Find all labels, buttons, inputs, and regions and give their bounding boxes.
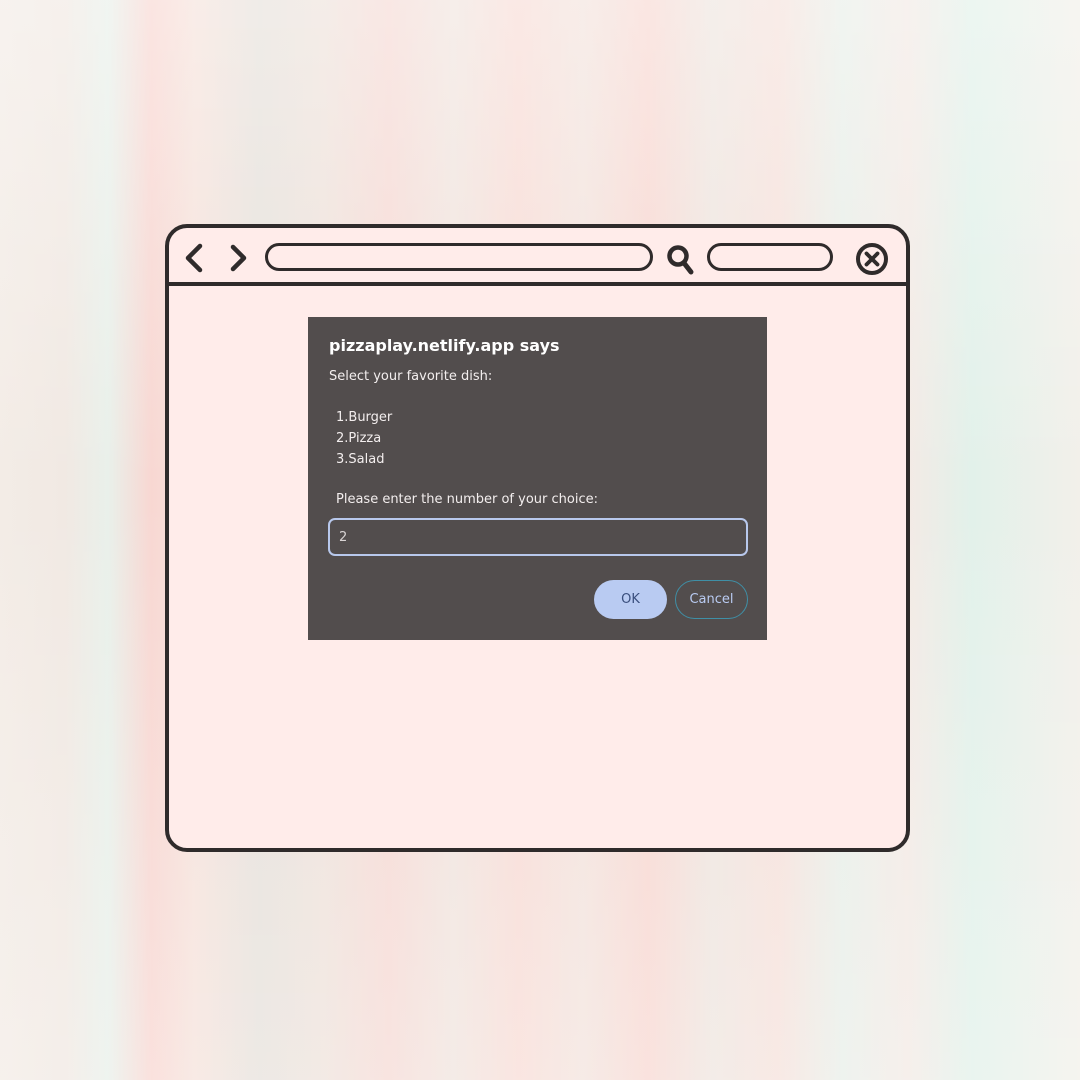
choice-input[interactable]	[328, 518, 748, 556]
dialog-instruction: Please enter the number of your choice:	[336, 492, 598, 507]
chevron-left-icon[interactable]	[181, 242, 207, 274]
dialog-prompt: Select your favorite dish:	[329, 369, 493, 384]
search-icon[interactable]	[666, 244, 696, 276]
dialog-title: pizzaplay.netlify.app says	[329, 336, 560, 355]
dish-option: 3.Salad	[336, 452, 385, 467]
secondary-bar[interactable]	[707, 243, 833, 271]
browser-toolbar	[169, 228, 906, 286]
close-icon[interactable]	[855, 242, 889, 276]
ok-button[interactable]: OK	[594, 580, 667, 619]
dish-option: 1.Burger	[336, 410, 393, 425]
dish-option: 2.Pizza	[336, 431, 382, 446]
address-bar[interactable]	[265, 243, 653, 271]
prompt-dialog: pizzaplay.netlify.app says Select your f…	[308, 317, 767, 640]
chevron-right-icon[interactable]	[225, 242, 251, 274]
cancel-button[interactable]: Cancel	[675, 580, 748, 619]
